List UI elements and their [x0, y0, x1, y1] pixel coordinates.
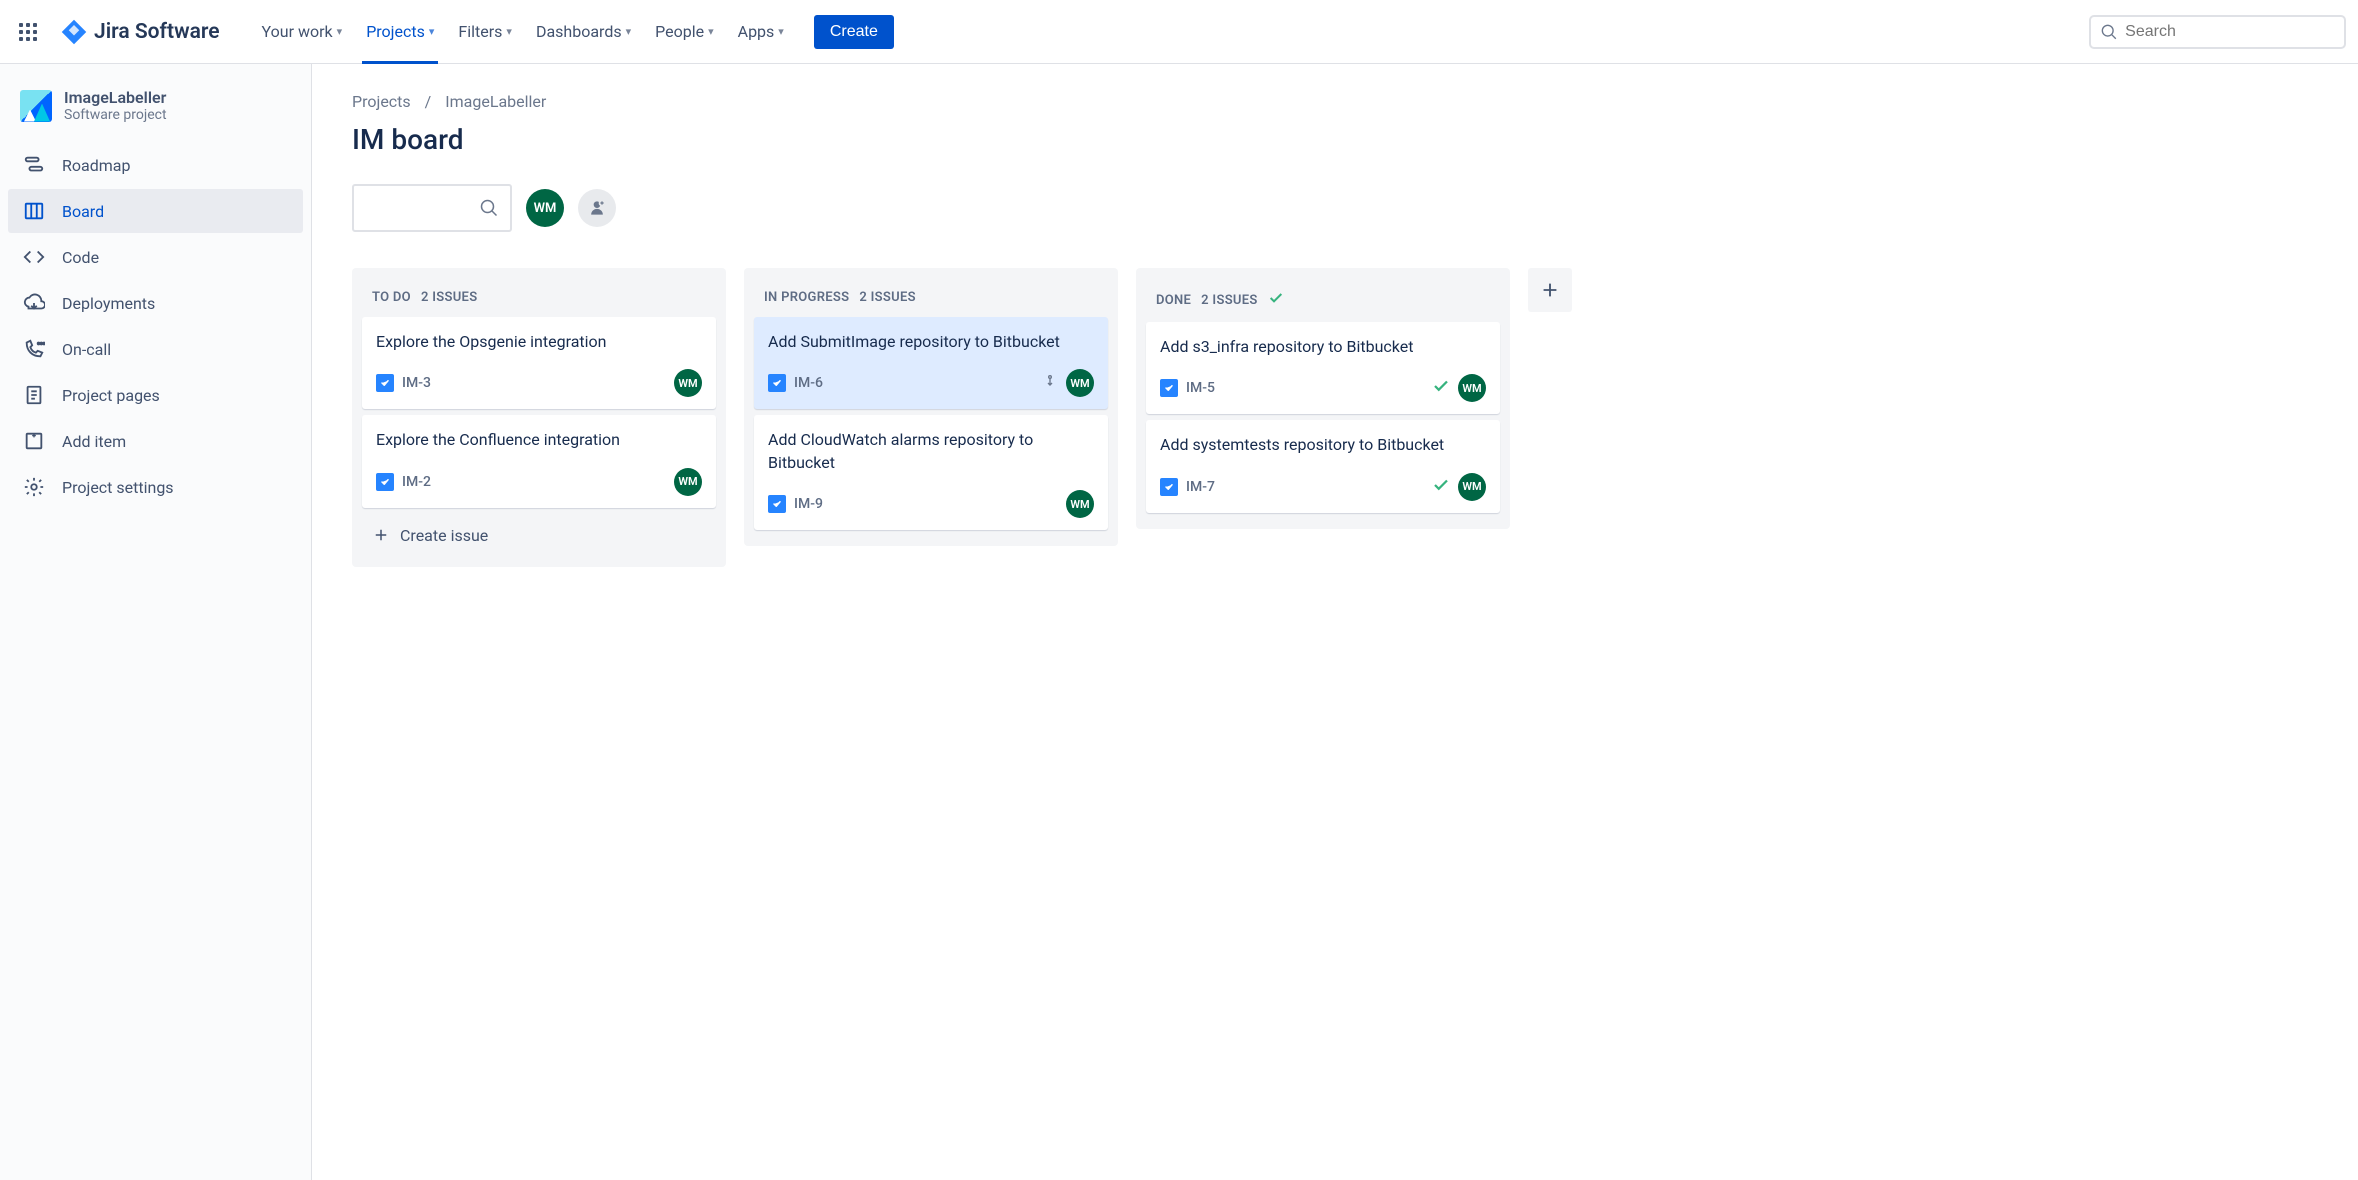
column-header[interactable]: IN PROGRESS2 ISSUES — [754, 278, 1108, 317]
sidebar-items: RoadmapBoardCodeDeploymentsOn-callProjec… — [8, 143, 303, 509]
add-column-button[interactable] — [1528, 268, 1572, 312]
chevron-down-icon: ▾ — [337, 25, 343, 38]
sidebar-item-on-call[interactable]: On-call — [8, 327, 303, 371]
task-type-icon — [376, 374, 394, 392]
assignee-avatar[interactable]: WM — [1066, 369, 1094, 397]
sidebar-item-add-item[interactable]: Add item — [8, 419, 303, 463]
issue-card[interactable]: Add SubmitImage repository to Bitbucket … — [754, 317, 1108, 409]
sidebar-item-code[interactable]: Code — [8, 235, 303, 279]
deployments-icon — [22, 291, 46, 315]
project-pages-icon — [22, 383, 46, 407]
assignee-avatar[interactable]: WM — [1458, 374, 1486, 402]
issue-card[interactable]: Add CloudWatch alarms repository to Bitb… — [754, 415, 1108, 530]
project-type: Software project — [64, 107, 167, 123]
nav-item-dashboards[interactable]: Dashboards▾ — [526, 14, 641, 49]
board-search[interactable] — [352, 184, 512, 232]
breadcrumb-project[interactable]: ImageLabeller — [445, 92, 546, 111]
sidebar-item-board[interactable]: Board — [8, 189, 303, 233]
issue-title: Add s3_infra repository to Bitbucket — [1160, 336, 1486, 358]
nav-item-apps[interactable]: Apps▾ — [728, 14, 794, 49]
global-search[interactable] — [2089, 15, 2346, 49]
plus-icon — [1539, 279, 1561, 301]
issue-title: Explore the Confluence integration — [376, 429, 702, 451]
breadcrumb-projects[interactable]: Projects — [352, 92, 411, 111]
chevron-down-icon: ▾ — [708, 25, 714, 38]
nav-item-people[interactable]: People▾ — [645, 14, 724, 49]
on-call-icon — [22, 337, 46, 361]
issue-key: IM-5 — [1186, 380, 1215, 396]
issue-key: IM-3 — [402, 375, 431, 391]
task-type-icon — [768, 495, 786, 513]
jira-logo-icon — [60, 18, 88, 46]
done-check-icon — [1432, 476, 1450, 498]
app-switcher-icon[interactable] — [12, 16, 44, 48]
plus-icon — [372, 526, 390, 544]
chevron-down-icon: ▾ — [429, 25, 435, 38]
sidebar-item-deployments[interactable]: Deployments — [8, 281, 303, 325]
create-button[interactable]: Create — [814, 15, 894, 49]
done-check-icon — [1432, 377, 1450, 399]
kanban-board: TO DO2 ISSUES Explore the Opsgenie integ… — [352, 268, 2318, 567]
issue-title: Explore the Opsgenie integration — [376, 331, 702, 353]
task-type-icon — [1160, 379, 1178, 397]
search-icon — [2101, 23, 2117, 41]
project-header[interactable]: ImageLabeller Software project — [8, 88, 303, 143]
page-title: IM board — [352, 123, 2318, 156]
column-header[interactable]: TO DO2 ISSUES — [362, 278, 716, 317]
nav-item-projects[interactable]: Projects▾ — [356, 14, 444, 49]
project-settings-icon — [22, 475, 46, 499]
column-header[interactable]: DONE2 ISSUES — [1146, 278, 1500, 322]
issue-key: IM-6 — [794, 375, 823, 391]
assignee-avatar[interactable]: WM — [1066, 490, 1094, 518]
user-avatar-filter[interactable]: WM — [526, 189, 564, 227]
column-in-progress: IN PROGRESS2 ISSUES Add SubmitImage repo… — [744, 268, 1118, 546]
main-content: Projects / ImageLabeller IM board WM TO … — [312, 64, 2358, 1180]
jira-logo[interactable]: Jira Software — [52, 18, 228, 46]
issue-title: Add CloudWatch alarms repository to Bitb… — [768, 429, 1094, 474]
sidebar-item-project-settings[interactable]: Project settings — [8, 465, 303, 509]
add-item-icon — [22, 429, 46, 453]
issue-card[interactable]: Add systemtests repository to Bitbucket … — [1146, 420, 1500, 512]
nav-item-your-work[interactable]: Your work▾ — [252, 14, 353, 49]
assignee-avatar[interactable]: WM — [674, 369, 702, 397]
column-done: DONE2 ISSUES Add s3_infra repository to … — [1136, 268, 1510, 529]
search-icon — [480, 199, 498, 217]
issue-title: Add SubmitImage repository to Bitbucket — [768, 331, 1094, 353]
issue-key: IM-9 — [794, 496, 823, 512]
board-controls: WM — [352, 184, 2318, 232]
chevron-down-icon: ▾ — [626, 25, 632, 38]
issue-title: Add systemtests repository to Bitbucket — [1160, 434, 1486, 456]
chevron-down-icon: ▾ — [778, 25, 784, 38]
project-name: ImageLabeller — [64, 88, 167, 107]
project-avatar-icon — [20, 90, 52, 122]
sidebar-item-roadmap[interactable]: Roadmap — [8, 143, 303, 187]
issue-card[interactable]: Explore the Opsgenie integration IM-3 WM — [362, 317, 716, 409]
sidebar-item-project-pages[interactable]: Project pages — [8, 373, 303, 417]
task-type-icon — [768, 374, 786, 392]
breadcrumb: Projects / ImageLabeller — [352, 92, 2318, 111]
top-navigation: Jira Software Your work▾Projects▾Filters… — [0, 0, 2358, 64]
priority-icon — [1042, 373, 1058, 393]
jira-logo-text: Jira Software — [94, 20, 220, 44]
global-search-input[interactable] — [2125, 23, 2334, 41]
roadmap-icon — [22, 153, 46, 177]
issue-card[interactable]: Explore the Confluence integration IM-2 … — [362, 415, 716, 507]
nav-item-filters[interactable]: Filters▾ — [448, 14, 522, 49]
task-type-icon — [1160, 478, 1178, 496]
assignee-avatar[interactable]: WM — [674, 468, 702, 496]
check-icon — [1268, 290, 1284, 310]
board-icon — [22, 199, 46, 223]
create-issue-button[interactable]: Create issue — [362, 514, 716, 557]
task-type-icon — [376, 473, 394, 491]
issue-card[interactable]: Add s3_infra repository to Bitbucket IM-… — [1146, 322, 1500, 414]
issue-key: IM-7 — [1186, 479, 1215, 495]
assignee-avatar[interactable]: WM — [1458, 473, 1486, 501]
chevron-down-icon: ▾ — [506, 25, 512, 38]
sidebar: ImageLabeller Software project RoadmapBo… — [0, 64, 312, 1180]
add-people-button[interactable] — [578, 189, 616, 227]
column-to-do: TO DO2 ISSUES Explore the Opsgenie integ… — [352, 268, 726, 567]
nav-items: Your work▾Projects▾Filters▾Dashboards▾Pe… — [252, 14, 794, 49]
issue-key: IM-2 — [402, 474, 431, 490]
code-icon — [22, 245, 46, 269]
